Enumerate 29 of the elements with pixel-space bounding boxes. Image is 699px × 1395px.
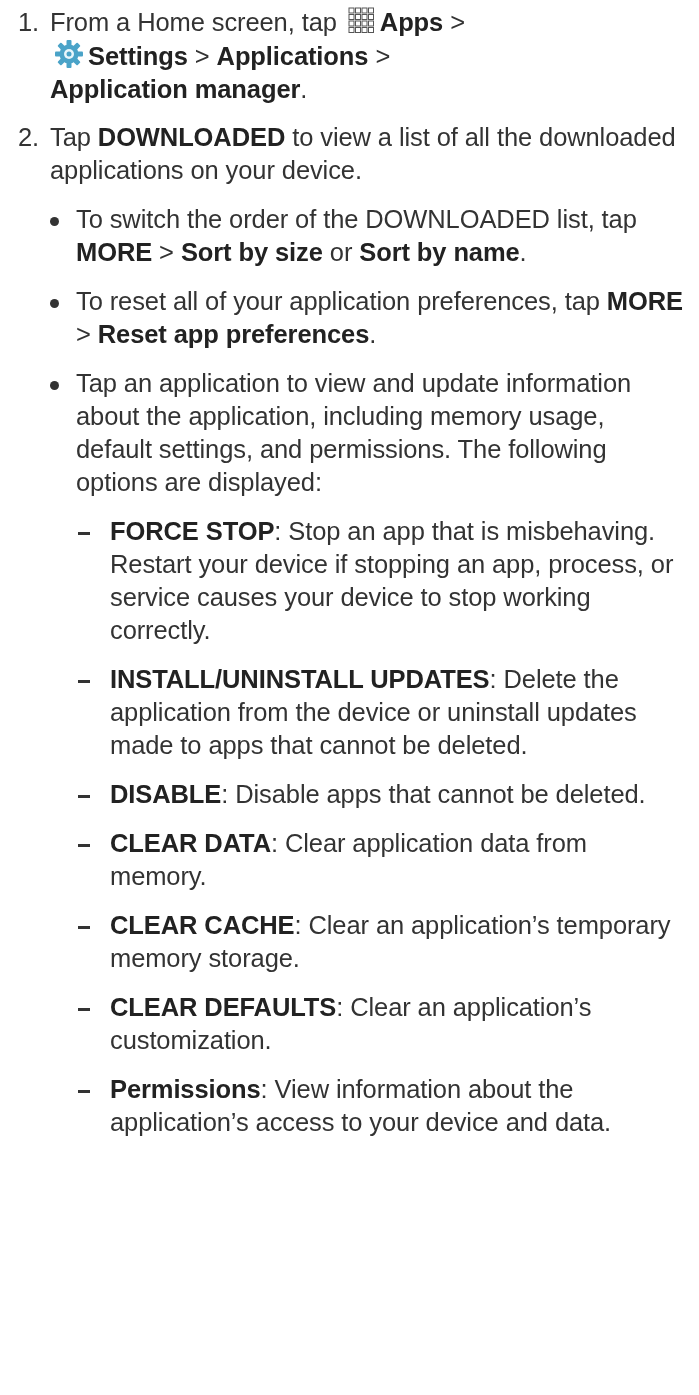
dash-icon [78, 1090, 90, 1093]
instruction-text: To switch the order of the DOWNLOADED list, tap MORE > Sort by size or Sort by name. [76, 205, 637, 266]
instruction-text: To reset all of your application preferences, tap MORE > Reset app preferences. [76, 287, 683, 348]
dash-icon [78, 795, 90, 798]
settings-icon [54, 39, 84, 69]
instruction-text: From a Home screen, tap [50, 8, 337, 36]
instruction-text: Permissions: View information about the application’s access to your device and data. [110, 1075, 612, 1136]
step-number: 2. [18, 122, 41, 153]
dash-icon [78, 844, 90, 847]
dash-icon [78, 926, 90, 929]
instruction-text: Tap an application to view and update information about the application, including memory usage, default settings, and permissions. The following options are displayed: [76, 369, 632, 496]
instruction-text: FORCE STOP: Stop an app that is misbehaving. Restart your device if stopping an app, process, or service causes your device to stop working correctly. [110, 517, 674, 644]
instruction-text: Settings > Applications > [88, 42, 391, 70]
bullet-icon [50, 381, 59, 390]
instruction-text: DISABLE: Disable apps that cannot be deleted. [110, 780, 646, 808]
instruction-text: CLEAR DEFAULTS: Clear an application’s customization. [110, 993, 592, 1054]
instruction-text: Application manager. [50, 75, 308, 103]
dash-icon [78, 532, 90, 535]
instruction-text: Apps > [379, 8, 465, 36]
instruction-text: CLEAR DATA: Clear application data from memory. [110, 829, 587, 890]
dash-icon [78, 680, 90, 683]
instruction-text: Tap DOWNLOADED to view a list of all the downloaded applications on your device. [50, 123, 676, 184]
dash-icon [78, 1008, 90, 1011]
bullet-icon [50, 217, 59, 226]
instruction-text: INSTALL/UNINSTALL UPDATES: Delete the application from the device or uninstall updates made to apps that cannot be deleted. [110, 665, 637, 759]
apps-grid-icon [347, 7, 376, 35]
step-number: 1. [18, 7, 41, 38]
bullet-icon [50, 299, 59, 308]
instruction-text: CLEAR CACHE: Clear an application’s temporary memory storage. [110, 911, 671, 972]
